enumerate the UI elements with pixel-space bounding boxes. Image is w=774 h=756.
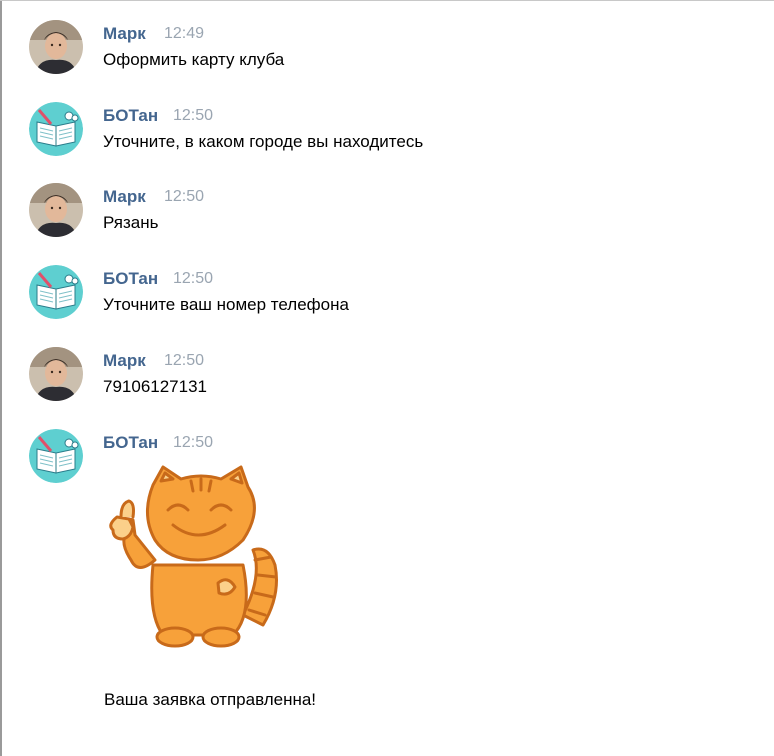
message-text: Ваша заявка отправленна! [104, 690, 317, 709]
message-text: Рязань [103, 213, 159, 232]
message-author[interactable]: Марк [103, 24, 146, 44]
message-item: Марк 12:49 Оформить карту клуба [29, 20, 749, 76]
bot-book-icon [29, 265, 83, 319]
bot-avatar[interactable] [29, 265, 83, 319]
message-time: 12:50 [164, 352, 205, 369]
message-author[interactable]: Марк [103, 351, 146, 371]
message-time: 12:50 [173, 107, 214, 124]
user-photo-icon [29, 20, 83, 74]
window-left-border [0, 0, 2, 756]
cat-sticker-icon [109, 465, 278, 648]
cat-thumbs-up-sticker[interactable] [103, 465, 303, 660]
bot-avatar[interactable] [29, 429, 83, 483]
message-item: Марк 12:50 79106127131 [29, 347, 749, 403]
bot-avatar[interactable] [29, 102, 83, 156]
message-time: 12:50 [164, 188, 205, 205]
user-avatar[interactable] [29, 347, 83, 401]
message-text: 79106127131 [103, 377, 208, 396]
message-author[interactable]: БОТан [103, 106, 158, 126]
message-text: Оформить карту клуба [103, 50, 285, 69]
message-author[interactable]: БОТан [103, 269, 158, 289]
user-avatar[interactable] [29, 20, 83, 74]
message-item: БОТан 12:50 Уточните, в каком городе вы … [29, 102, 749, 158]
message-time: 12:49 [164, 25, 205, 42]
message-time: 12:50 [173, 270, 214, 287]
message-item: БОТан 12:50 [29, 429, 749, 659]
message-item: Марк 12:50 Рязань [29, 183, 749, 239]
message-text: Уточните ваш номер телефона [103, 295, 349, 314]
message-text: Уточните, в каком городе вы находитесь [103, 132, 424, 151]
bot-book-icon [29, 429, 83, 483]
bot-book-icon [29, 102, 83, 156]
message-item: БОТан 12:50 Уточните ваш номер телефона [29, 265, 749, 321]
user-avatar[interactable] [29, 183, 83, 237]
message-time: 12:50 [173, 434, 214, 451]
user-photo-icon [29, 347, 83, 401]
user-photo-icon [29, 183, 83, 237]
window-top-border [0, 0, 774, 1]
message-author[interactable]: Марк [103, 187, 146, 207]
message-author[interactable]: БОТан [103, 433, 158, 453]
